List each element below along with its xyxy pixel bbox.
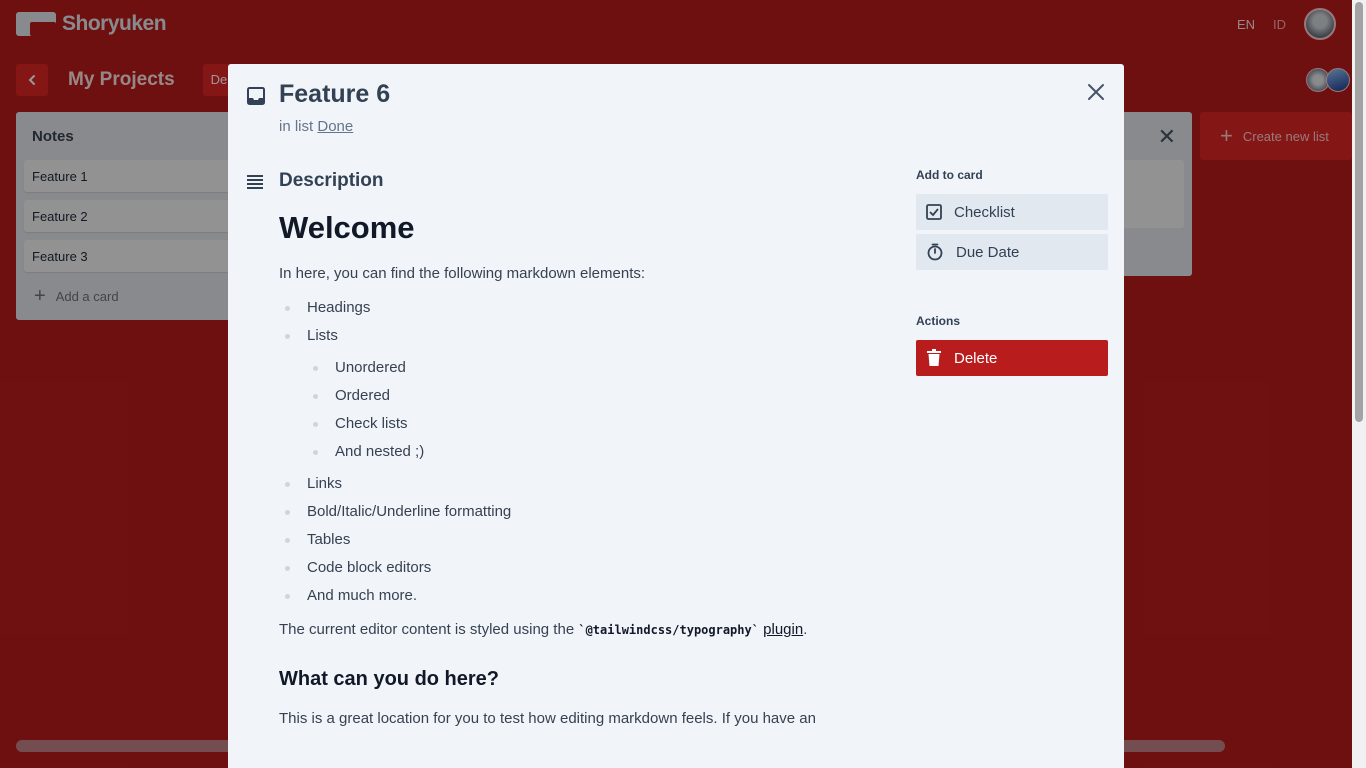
modal-title[interactable]: Feature 6	[279, 80, 390, 109]
due-date-button[interactable]: Due Date	[916, 234, 1108, 270]
nested-list: Unordered Ordered Check lists And nested…	[307, 358, 869, 462]
inbox-icon	[247, 87, 265, 105]
trash-icon	[927, 349, 941, 366]
list-item: And nested ;)	[307, 442, 869, 462]
list-item: Headings	[279, 298, 869, 318]
delete-label: Delete	[954, 349, 998, 367]
content-intro: In here, you can find the following mark…	[279, 265, 646, 282]
description-heading: Description	[279, 170, 384, 191]
list-item: And much more.	[279, 586, 869, 606]
styled-suffix: .	[803, 621, 808, 638]
add-to-card-label: Add to card	[916, 168, 983, 182]
vertical-scrollbar-thumb[interactable]	[1355, 2, 1363, 422]
delete-card-button[interactable]: Delete	[916, 340, 1108, 376]
list-item-text: Lists	[307, 327, 338, 344]
due-date-label: Due Date	[956, 243, 1020, 261]
list-item: Unordered	[307, 358, 869, 378]
list-item: Tables	[279, 530, 869, 550]
plugin-link[interactable]: plugin	[763, 621, 803, 638]
list-item: Check lists	[307, 414, 869, 434]
list-item: Bold/Italic/Underline formatting	[279, 502, 869, 522]
content-paragraph: This is a great location for you to test…	[279, 710, 816, 727]
text-lines-icon	[247, 175, 263, 189]
inline-code: `@tailwindcss/typography`	[578, 623, 759, 637]
checklist-button[interactable]: Checklist	[916, 194, 1108, 230]
list-item: Lists Unordered Ordered Check lists And …	[279, 326, 869, 462]
content-styled-note: The current editor content is styled usi…	[279, 620, 869, 640]
list-link[interactable]: Done	[317, 118, 353, 135]
description-editor[interactable]: Welcome In here, you can find the follow…	[279, 206, 869, 743]
checklist-label: Checklist	[954, 203, 1015, 221]
actions-label: Actions	[916, 314, 961, 328]
close-button[interactable]	[1084, 80, 1108, 104]
content-heading-2: What can you do here?	[279, 668, 500, 690]
list-item: Links	[279, 474, 869, 494]
content-heading-1: Welcome	[279, 210, 415, 245]
card-detail-modal: Feature 6 in list Done Description Welco…	[228, 64, 1124, 768]
styled-prefix: The current editor content is styled usi…	[279, 621, 575, 638]
stopwatch-icon	[927, 243, 943, 261]
content-list: Headings Lists Unordered Ordered Check l…	[279, 298, 869, 606]
checkbox-icon	[926, 204, 942, 220]
modal-list-info: in list Done	[279, 118, 353, 135]
card-sidebar: Add to card Checklist Due Date Actions D…	[916, 168, 1108, 380]
list-item: Code block editors	[279, 558, 869, 578]
close-icon	[1088, 84, 1104, 100]
list-prefix: in list	[279, 118, 314, 135]
list-item: Ordered	[307, 386, 869, 406]
vertical-scrollbar[interactable]	[1352, 0, 1366, 768]
